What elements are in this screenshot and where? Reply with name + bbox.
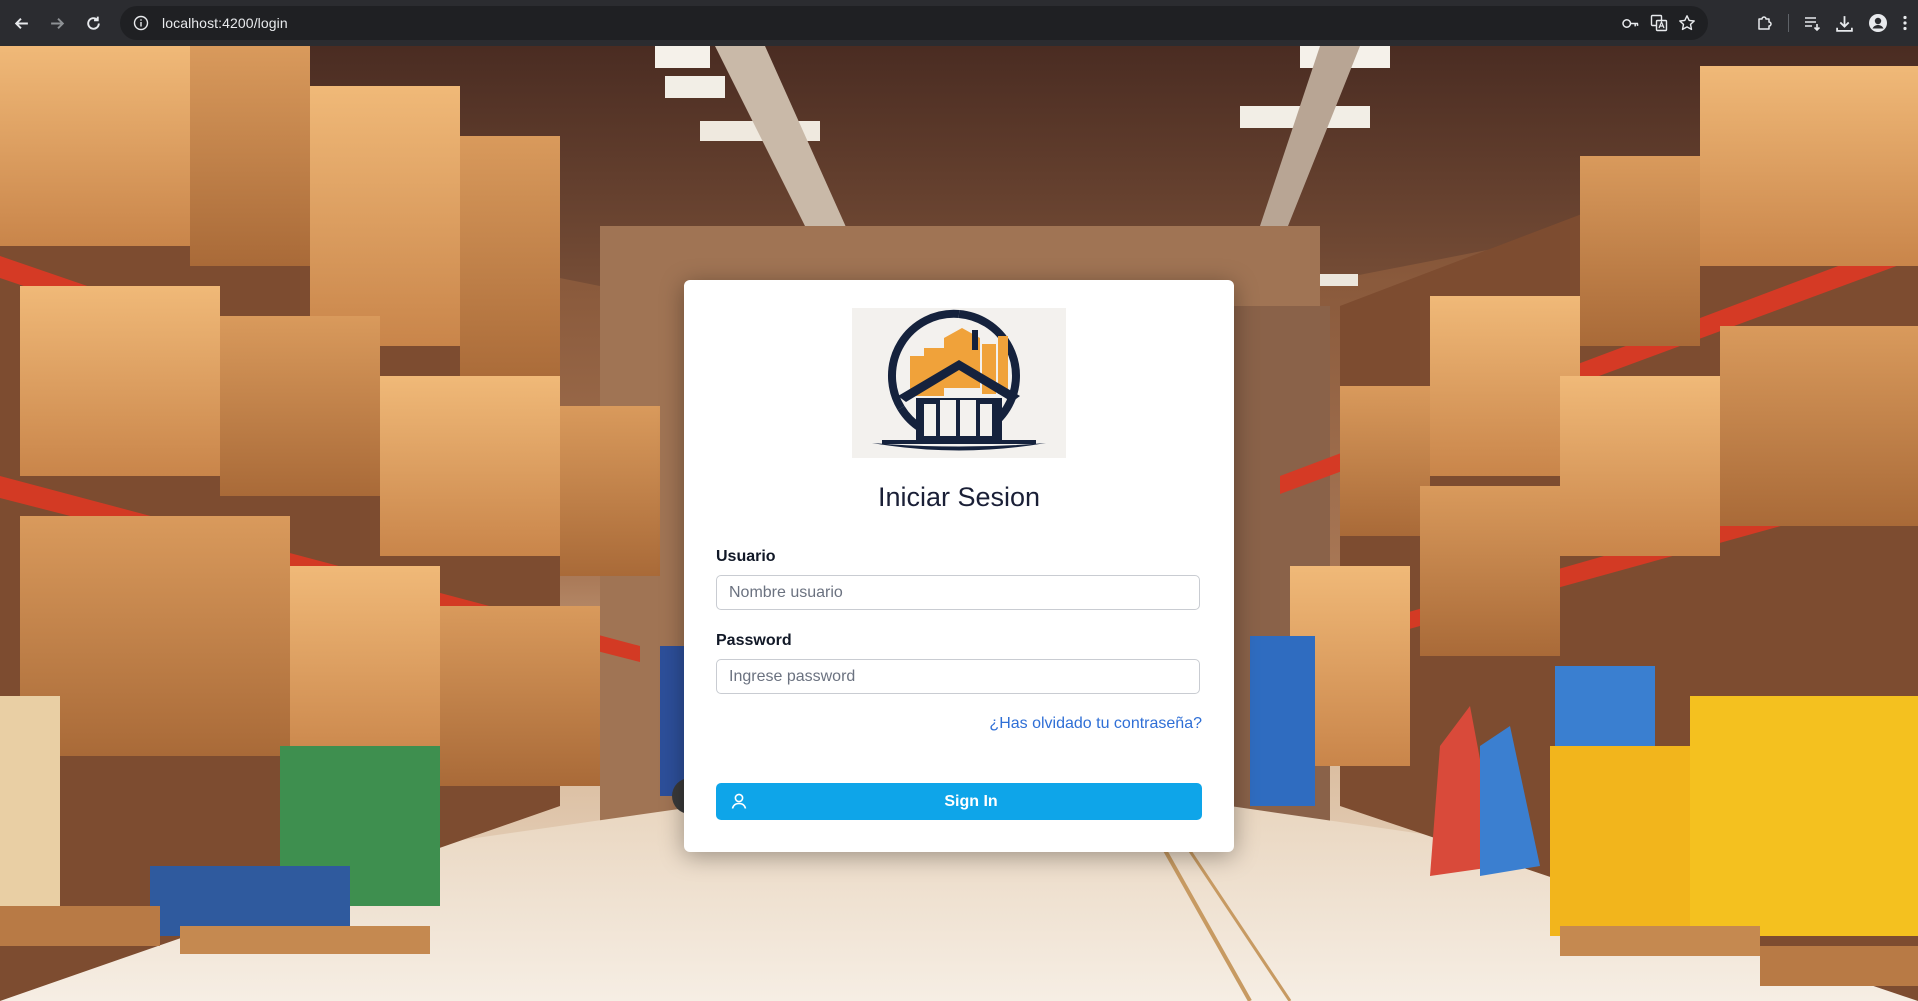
profile-icon[interactable] [1868,13,1888,33]
arrow-right-icon [50,17,64,29]
reading-list-icon[interactable] [1803,14,1821,32]
back-button[interactable] [6,8,36,38]
password-label: Password [716,632,792,649]
password-input[interactable] [716,659,1200,694]
page-viewport: Iniciar Sesion Usuario Password ¿Has olv… [0,46,1918,1001]
puzzle-icon[interactable] [1756,14,1774,32]
sign-in-label: Sign In [944,793,998,810]
sign-in-button[interactable]: Sign In [716,783,1202,820]
login-card: Iniciar Sesion Usuario Password ¿Has olv… [684,280,1234,852]
reload-icon [86,16,100,30]
page-title: Iniciar Sesion [877,482,1041,512]
username-label: Usuario [716,548,776,565]
toolbar-divider [1788,14,1789,32]
info-icon[interactable] [132,14,150,32]
url-text[interactable]: localhost:4200/login [162,15,288,31]
address-bar[interactable]: localhost:4200/login [120,6,1708,40]
browser-toolbar: localhost:4200/login [0,0,1918,46]
username-input[interactable] [716,575,1200,610]
warehouse-logo [852,308,1066,458]
key-icon[interactable] [1621,16,1640,31]
forgot-password-link[interactable]: ¿Has olvidado tu contraseña? [989,715,1202,733]
translate-icon[interactable] [1650,14,1668,32]
download-icon[interactable] [1835,14,1854,33]
star-icon[interactable] [1678,14,1696,32]
arrow-left-icon [14,17,28,29]
reload-button[interactable] [78,8,108,38]
forward-button[interactable] [42,8,72,38]
kebab-menu-icon[interactable] [1902,14,1908,32]
